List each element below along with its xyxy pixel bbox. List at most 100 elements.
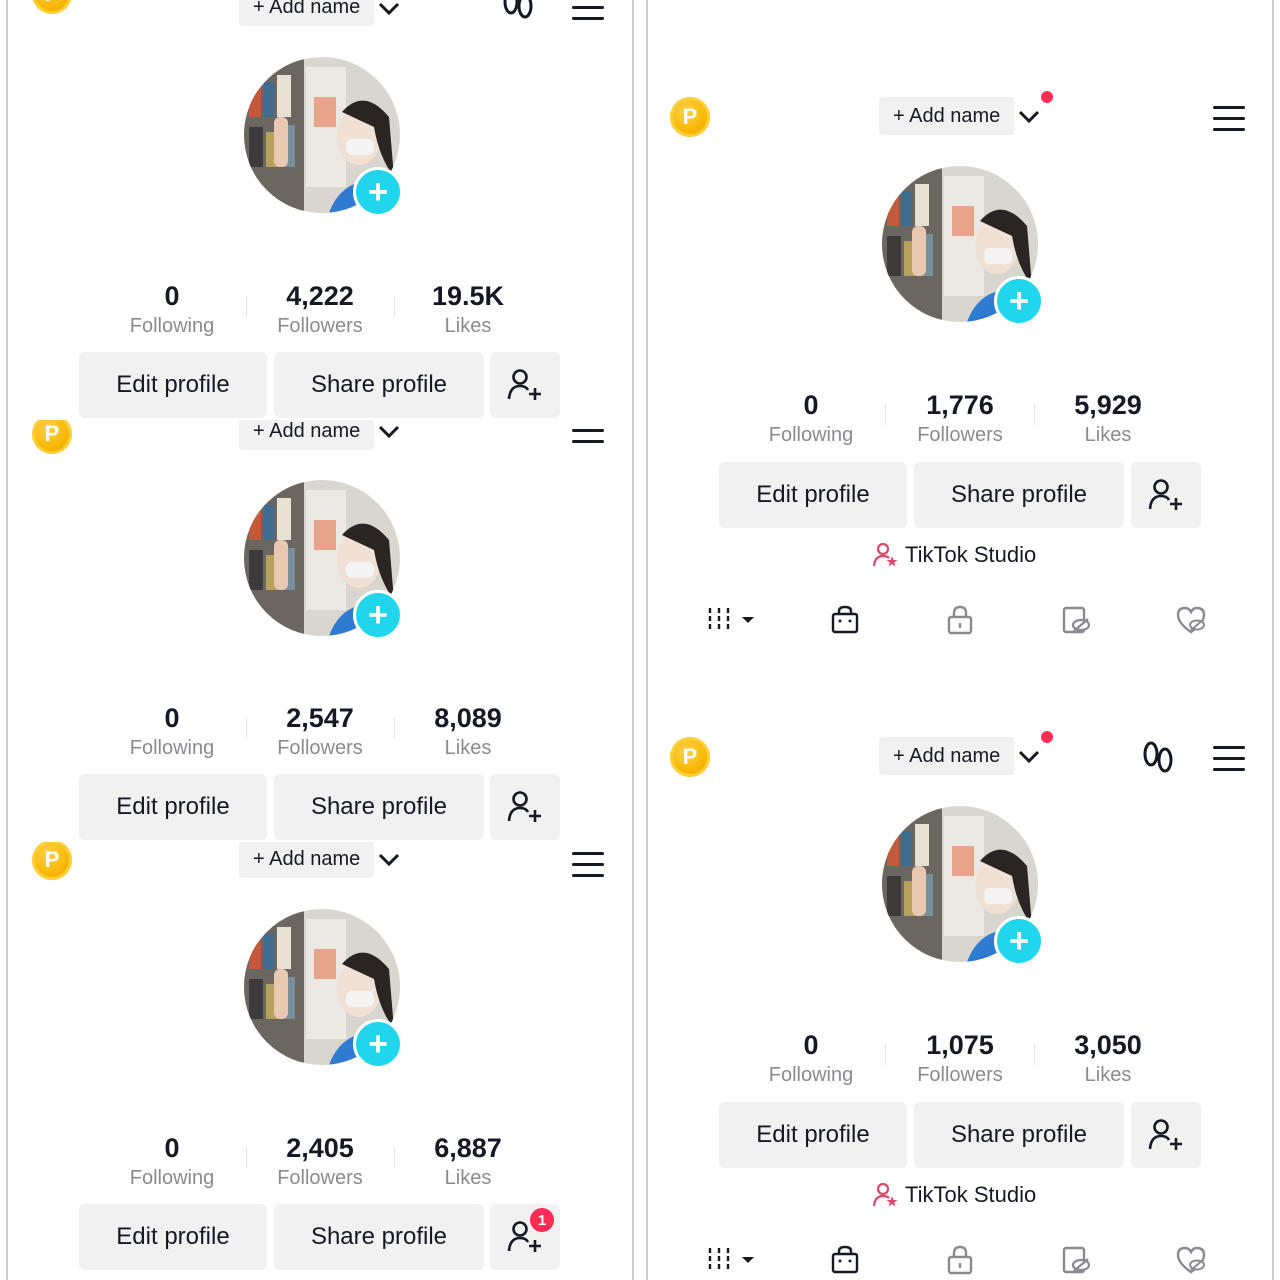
footprints-icon[interactable] — [1142, 740, 1174, 776]
divider — [394, 718, 395, 738]
studio-icon — [873, 542, 898, 567]
add-photo-icon[interactable]: + — [353, 1019, 403, 1069]
menu-icon[interactable] — [572, 852, 604, 878]
following-label: Following — [129, 315, 215, 337]
followers-stat[interactable]: 2,405 Followers — [255, 1132, 385, 1192]
likes-stat[interactable]: 19.5K Likes — [403, 280, 533, 340]
following-stat[interactable]: 0 Following — [107, 702, 237, 762]
following-count: 0 — [164, 1133, 180, 1163]
likes-stat[interactable]: 8,089 Likes — [403, 702, 533, 762]
likes-count: 3,050 — [1074, 1030, 1142, 1060]
followers-label: Followers — [277, 737, 363, 759]
menu-icon[interactable] — [1213, 106, 1245, 132]
profile-screenshot-1: P + Add name + 0 Following 4,222 Followe… — [8, 0, 632, 418]
footprints-icon[interactable] — [502, 0, 534, 22]
following-stat[interactable]: 0 Following — [746, 389, 876, 449]
chevron-down-icon[interactable] — [1018, 750, 1040, 764]
liked-icon[interactable] — [1175, 1244, 1207, 1276]
chevron-down-icon[interactable] — [378, 425, 400, 439]
add-friend-button[interactable] — [1131, 462, 1201, 528]
grid-icon[interactable] — [706, 1244, 758, 1276]
add-photo-icon[interactable]: + — [353, 167, 403, 217]
add-name-button[interactable]: + Add name — [239, 0, 375, 26]
notification-dot — [1041, 731, 1053, 743]
add-photo-icon[interactable]: + — [353, 590, 403, 640]
likes-count: 5,929 — [1074, 390, 1142, 420]
followers-count: 2,547 — [286, 703, 354, 733]
coin-icon[interactable]: P — [670, 97, 710, 137]
likes-stat[interactable]: 5,929 Likes — [1043, 389, 1173, 449]
coin-icon[interactable]: P — [32, 0, 72, 14]
menu-icon[interactable] — [572, 6, 604, 32]
following-count: 0 — [803, 390, 819, 420]
menu-icon[interactable] — [572, 429, 604, 455]
add-name-button[interactable]: + Add name — [879, 737, 1015, 775]
coin-icon[interactable]: P — [32, 420, 72, 454]
shop-bag-icon[interactable] — [829, 1244, 861, 1276]
lock-icon[interactable] — [944, 604, 976, 636]
followers-label: Followers — [277, 1167, 363, 1189]
grid-icon[interactable] — [706, 604, 758, 636]
add-photo-icon[interactable]: + — [994, 916, 1044, 966]
add-friend-icon — [1148, 1119, 1182, 1150]
followers-label: Followers — [917, 424, 1003, 446]
followers-stat[interactable]: 4,222 Followers — [255, 280, 385, 340]
divider — [632, 0, 634, 1280]
edit-profile-button[interactable]: Edit profile — [79, 774, 267, 840]
following-stat[interactable]: 0 Following — [107, 280, 237, 340]
following-count: 0 — [164, 703, 180, 733]
chevron-down-icon[interactable] — [378, 853, 400, 867]
repost-icon[interactable] — [1060, 1244, 1092, 1276]
chevron-down-icon[interactable] — [378, 2, 400, 16]
liked-icon[interactable] — [1175, 604, 1207, 636]
edit-profile-button[interactable]: Edit profile — [719, 462, 907, 528]
profile-screenshot-4: P + Add name + 0 Following 1,776 Followe… — [648, 0, 1272, 642]
likes-count: 19.5K — [431, 281, 505, 311]
shop-bag-icon[interactable] — [829, 604, 861, 636]
divider — [1034, 1045, 1035, 1065]
followers-stat[interactable]: 2,547 Followers — [255, 702, 385, 762]
share-profile-button[interactable]: Share profile — [274, 1204, 484, 1270]
divider — [394, 1148, 395, 1168]
share-profile-button[interactable]: Share profile — [914, 1102, 1124, 1168]
menu-icon[interactable] — [1213, 746, 1245, 772]
following-stat[interactable]: 0 Following — [746, 1029, 876, 1089]
likes-stat[interactable]: 3,050 Likes — [1043, 1029, 1173, 1089]
following-count: 0 — [803, 1030, 819, 1060]
followers-stat[interactable]: 1,075 Followers — [895, 1029, 1025, 1089]
add-photo-icon[interactable]: + — [994, 276, 1044, 326]
share-profile-button[interactable]: Share profile — [914, 462, 1124, 528]
tiktok-studio-link[interactable]: TikTok Studio — [873, 542, 1036, 568]
likes-label: Likes — [444, 737, 492, 759]
tiktok-studio-label: TikTok Studio — [905, 1182, 1037, 1207]
edit-profile-button[interactable]: Edit profile — [79, 1204, 267, 1270]
add-friend-button[interactable] — [490, 774, 560, 840]
coin-icon[interactable]: P — [670, 737, 710, 777]
add-name-button[interactable]: + Add name — [239, 420, 375, 450]
likes-stat[interactable]: 6,887 Likes — [403, 1132, 533, 1192]
following-label: Following — [768, 1064, 854, 1086]
add-name-button[interactable]: + Add name — [879, 97, 1015, 135]
studio-icon — [873, 1182, 898, 1207]
divider — [246, 296, 247, 316]
followers-stat[interactable]: 1,776 Followers — [895, 389, 1025, 449]
add-name-button[interactable]: + Add name — [239, 842, 375, 878]
notification-badge: 1 — [530, 1208, 554, 1232]
edit-profile-button[interactable]: Edit profile — [79, 352, 267, 418]
followers-label: Followers — [917, 1064, 1003, 1086]
add-friend-button[interactable] — [1131, 1102, 1201, 1168]
divider — [246, 1148, 247, 1168]
repost-icon[interactable] — [1060, 604, 1092, 636]
lock-icon[interactable] — [944, 1244, 976, 1276]
divider — [1034, 405, 1035, 425]
coin-icon[interactable]: P — [32, 842, 72, 880]
share-profile-button[interactable]: Share profile — [274, 352, 484, 418]
share-profile-button[interactable]: Share profile — [274, 774, 484, 840]
edit-profile-button[interactable]: Edit profile — [719, 1102, 907, 1168]
likes-count: 6,887 — [434, 1133, 502, 1163]
chevron-down-icon[interactable] — [1018, 110, 1040, 124]
following-stat[interactable]: 0 Following — [107, 1132, 237, 1192]
tiktok-studio-link[interactable]: TikTok Studio — [873, 1182, 1036, 1208]
likes-label: Likes — [1084, 1064, 1132, 1086]
add-friend-button[interactable] — [490, 352, 560, 418]
